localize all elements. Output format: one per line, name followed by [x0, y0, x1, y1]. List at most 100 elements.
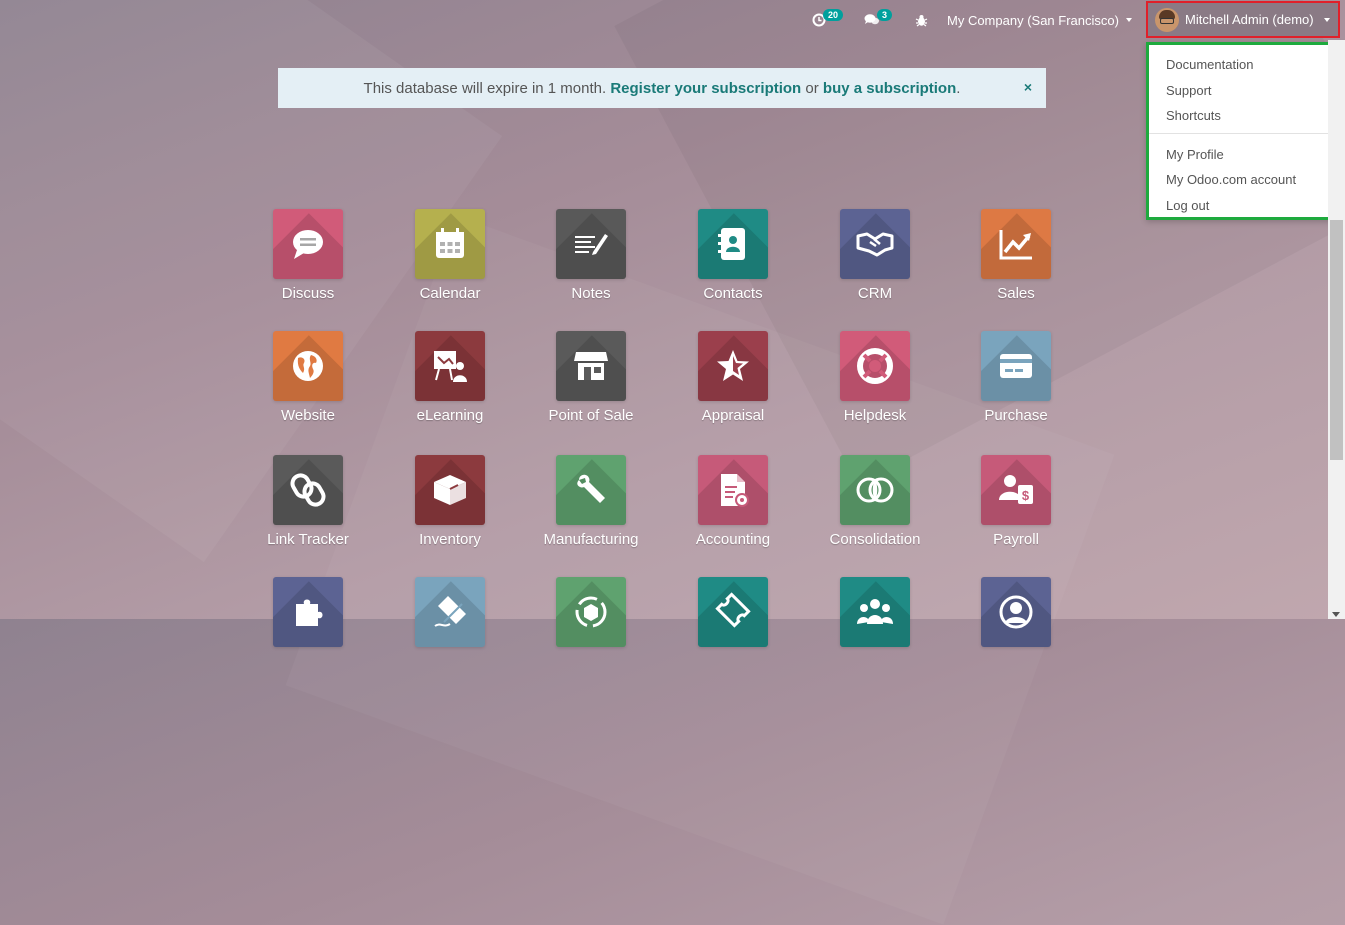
app-tile[interactable] [840, 209, 910, 279]
company-name: My Company (San Francisco) [947, 12, 1119, 28]
app-calendar[interactable]: Calendar [379, 209, 521, 302]
app-helpdesk[interactable]: Helpdesk [804, 331, 946, 424]
app-tile[interactable] [840, 331, 910, 401]
app-contacts[interactable]: Contacts [662, 209, 804, 302]
app-appraisal[interactable]: Appraisal [662, 331, 804, 424]
app-app-19[interactable] [237, 577, 379, 647]
buy-subscription-link[interactable]: buy a subscription [823, 80, 956, 97]
app-label[interactable]: Discuss [237, 285, 379, 302]
app-manufacturing[interactable]: Manufacturing [520, 455, 662, 548]
debug-button[interactable] [915, 0, 928, 40]
team-icon [857, 599, 893, 624]
user-dropdown-menu: Documentation Support Shortcuts My Profi… [1146, 42, 1344, 220]
app-tile[interactable] [698, 577, 768, 647]
app-tile[interactable] [698, 209, 768, 279]
register-subscription-link[interactable]: Register your subscription [610, 80, 801, 97]
app-tile[interactable] [273, 209, 343, 279]
chat-icon [293, 230, 323, 259]
app-tile[interactable] [556, 455, 626, 525]
document-gear-icon [721, 474, 749, 507]
app-tile[interactable] [981, 577, 1051, 647]
app-tile[interactable] [415, 455, 485, 525]
app-tile[interactable] [273, 577, 343, 647]
app-accounting[interactable]: Accounting [662, 455, 804, 548]
app-label[interactable]: Helpdesk [804, 407, 946, 424]
menu-item-logout[interactable]: Log out [1166, 198, 1209, 213]
app-tile[interactable] [698, 331, 768, 401]
app-sales[interactable]: Sales [945, 209, 1087, 302]
app-app-22[interactable] [662, 577, 804, 647]
app-tile[interactable] [556, 331, 626, 401]
banner-or: or [805, 79, 819, 97]
app-purchase[interactable]: Purchase [945, 331, 1087, 424]
app-label[interactable]: Notes [520, 285, 662, 302]
app-tile[interactable] [415, 577, 485, 647]
banner-period: . [956, 79, 961, 97]
menu-item-odoo-account[interactable]: My Odoo.com account [1166, 172, 1296, 187]
app-label[interactable]: Purchase [945, 407, 1087, 424]
app-label[interactable]: Appraisal [662, 407, 804, 424]
app-tile[interactable] [273, 455, 343, 525]
contacts-book-icon [718, 228, 745, 260]
app-crm[interactable]: CRM [804, 209, 946, 302]
notes-icon [575, 234, 608, 255]
app-label[interactable]: Point of Sale [520, 407, 662, 424]
app-label[interactable]: Inventory [379, 531, 521, 548]
app-tile[interactable] [840, 455, 910, 525]
app-consolidation[interactable]: Consolidation [804, 455, 946, 548]
app-tile[interactable] [556, 209, 626, 279]
scrollbar-thumb[interactable] [1330, 220, 1343, 460]
activity-button[interactable]: 20 [812, 0, 844, 40]
app-app-21[interactable] [520, 577, 662, 647]
app-tile[interactable] [556, 577, 626, 647]
avatar [1155, 7, 1179, 32]
lifebuoy-icon [857, 348, 893, 384]
recycle-box-icon [575, 596, 607, 628]
app-tile[interactable]: $ [981, 455, 1051, 525]
app-payroll[interactable]: $ Payroll [945, 455, 1087, 548]
company-switcher[interactable]: My Company (San Francisco) [947, 0, 1132, 40]
wrench-icon [577, 474, 605, 503]
app-label[interactable]: Website [237, 407, 379, 424]
app-label[interactable]: eLearning [379, 407, 521, 424]
app-tile[interactable] [981, 331, 1051, 401]
app-discuss[interactable]: Discuss [237, 209, 379, 302]
top-navbar: 20 3 My Company (San Francisco) [0, 0, 1345, 40]
app-label[interactable]: Contacts [662, 285, 804, 302]
app-label[interactable]: Accounting [662, 531, 804, 548]
app-app-23[interactable] [804, 577, 946, 647]
app-tile[interactable] [415, 209, 485, 279]
app-tile[interactable] [840, 577, 910, 647]
app-website[interactable]: Website [237, 331, 379, 424]
app-label[interactable]: Payroll [945, 531, 1087, 548]
menu-item-shortcuts[interactable]: Shortcuts [1166, 108, 1221, 123]
app-tile[interactable] [981, 209, 1051, 279]
app-app-20[interactable] [379, 577, 521, 647]
app-label[interactable]: Consolidation [804, 531, 946, 548]
app-elearning[interactable]: eLearning [379, 331, 521, 424]
app-inventory[interactable]: Inventory [379, 455, 521, 548]
app-tile[interactable] [415, 331, 485, 401]
app-label[interactable]: Sales [945, 285, 1087, 302]
app-app-24[interactable] [945, 577, 1087, 647]
overlap-circles-icon [856, 477, 894, 503]
handshake-icon [856, 232, 894, 257]
menu-item-support[interactable]: Support [1166, 83, 1212, 98]
app-tile[interactable] [698, 455, 768, 525]
scrollbar[interactable] [1328, 40, 1345, 619]
messages-button[interactable]: 3 [864, 0, 893, 40]
menu-item-my-profile[interactable]: My Profile [1166, 147, 1224, 162]
app-tile[interactable] [273, 331, 343, 401]
app-label[interactable]: CRM [804, 285, 946, 302]
user-menu-button[interactable]: Mitchell Admin (demo) [1146, 1, 1340, 38]
app-label[interactable]: Link Tracker [237, 531, 379, 548]
scroll-down-arrow-icon[interactable] [1332, 612, 1340, 617]
app-link-tracker[interactable]: Link Tracker [237, 455, 379, 548]
app-label[interactable]: Manufacturing [520, 531, 662, 548]
close-icon[interactable]: × [1024, 79, 1032, 95]
app-notes[interactable]: Notes [520, 209, 662, 302]
app-label[interactable]: Calendar [379, 285, 521, 302]
menu-item-documentation[interactable]: Documentation [1166, 57, 1253, 72]
ticket-icon [715, 592, 751, 628]
app-point-of-sale[interactable]: Point of Sale [520, 331, 662, 424]
